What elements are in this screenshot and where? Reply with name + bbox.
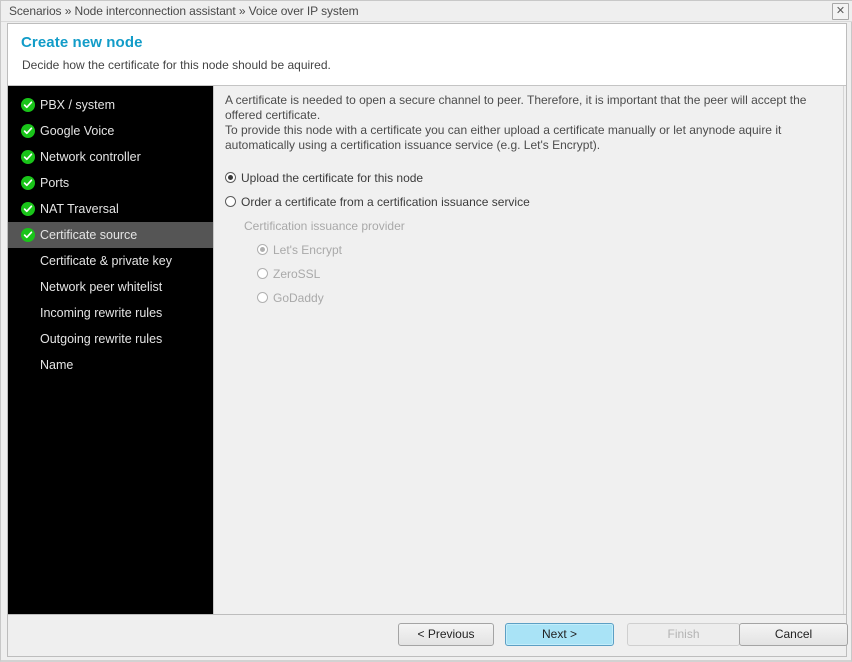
sidebar-item-ports[interactable]: Ports (8, 170, 213, 196)
radio-upload-certificate-label: Upload the certificate for this node (241, 171, 424, 185)
check-icon (21, 228, 35, 242)
check-icon (21, 176, 35, 190)
radio-provider-godaddy-label: GoDaddy (273, 291, 324, 305)
wizard-content-inner: A certificate is needed to open a secure… (214, 86, 844, 633)
radio-indicator (257, 268, 268, 279)
radio-indicator[interactable] (225, 172, 236, 183)
radio-indicator (257, 292, 268, 303)
sidebar-item-certificate-source[interactable]: Certificate source (8, 222, 213, 248)
radio-order-certificate-label: Order a certificate from a certification… (241, 195, 530, 209)
sidebar-item-pbx-system[interactable]: PBX / system (8, 92, 213, 118)
wizard-footer: < Previous Next > Finish Cancel (7, 614, 848, 657)
radio-provider-zerossl: ZeroSSL (257, 267, 320, 281)
sidebar-item-label: Incoming rewrite rules (40, 306, 163, 320)
page-subtitle: Decide how the certificate for this node… (22, 58, 331, 72)
check-icon (21, 124, 35, 138)
sidebar-item-label: Certificate & private key (40, 254, 172, 268)
sidebar-item-label: Network peer whitelist (40, 280, 163, 294)
wizard-step-list: PBX / system Google Voice Network controll… (8, 86, 213, 633)
wizard-window: Scenarios » Node interconnection assista… (0, 0, 852, 662)
sidebar-item-google-voice[interactable]: Google Voice (8, 118, 213, 144)
sidebar-item-label: PBX / system (40, 98, 116, 112)
radio-provider-zerossl-label: ZeroSSL (273, 267, 321, 281)
sidebar-item-label: Name (40, 358, 74, 372)
wizard-header: Create new node Decide how the certifica… (8, 24, 846, 86)
check-icon (21, 98, 35, 112)
wizard-panel: Create new node Decide how the certifica… (7, 23, 847, 633)
check-icon (21, 202, 35, 216)
check-icon (21, 150, 35, 164)
cancel-button[interactable]: Cancel (739, 623, 848, 646)
sidebar-item-certificate-private-key[interactable]: Certificate & private key (8, 248, 213, 274)
radio-indicator (257, 244, 268, 255)
radio-upload-certificate[interactable]: Upload the certificate for this node (225, 171, 423, 185)
sidebar-item-label: Outgoing rewrite rules (40, 332, 163, 346)
breadcrumb: Scenarios » Node interconnection assista… (9, 4, 359, 18)
sidebar-item-incoming-rewrite-rules[interactable]: Incoming rewrite rules (8, 300, 213, 326)
sidebar-item-outgoing-rewrite-rules[interactable]: Outgoing rewrite rules (8, 326, 213, 352)
previous-button[interactable]: < Previous (398, 623, 494, 646)
next-button[interactable]: Next > (505, 623, 614, 646)
sidebar-item-label: Network controller (40, 150, 141, 164)
sidebar-item-network-peer-whitelist[interactable]: Network peer whitelist (8, 274, 213, 300)
sidebar-item-network-controller[interactable]: Network controller (8, 144, 213, 170)
sidebar-item-nat-traversal[interactable]: NAT Traversal (8, 196, 213, 222)
sidebar-item-label: Google Voice (40, 124, 115, 138)
sidebar-item-label: NAT Traversal (40, 202, 119, 216)
radio-provider-lets-encrypt-label: Let's Encrypt (273, 243, 342, 257)
provider-group-label: Certification issuance provider (244, 219, 405, 233)
finish-button: Finish (627, 623, 740, 646)
sidebar-item-name[interactable]: Name (8, 352, 213, 378)
description-block: A certificate is needed to open a secure… (225, 93, 825, 153)
close-icon[interactable]: ✕ (832, 3, 849, 20)
radio-provider-godaddy: GoDaddy (257, 291, 324, 305)
radio-order-certificate[interactable]: Order a certificate from a certification… (225, 195, 530, 209)
radio-provider-lets-encrypt: Let's Encrypt (257, 243, 342, 257)
page-title: Create new node (21, 34, 143, 51)
radio-indicator[interactable] (225, 196, 236, 207)
description-paragraph-1: A certificate is needed to open a secure… (225, 93, 807, 122)
title-bar: Scenarios » Node interconnection assista… (1, 1, 852, 22)
sidebar-item-label: Certificate source (40, 228, 138, 242)
description-paragraph-2: To provide this node with a certificate … (225, 123, 782, 152)
wizard-content: A certificate is needed to open a secure… (213, 86, 846, 633)
sidebar-item-label: Ports (40, 176, 70, 190)
